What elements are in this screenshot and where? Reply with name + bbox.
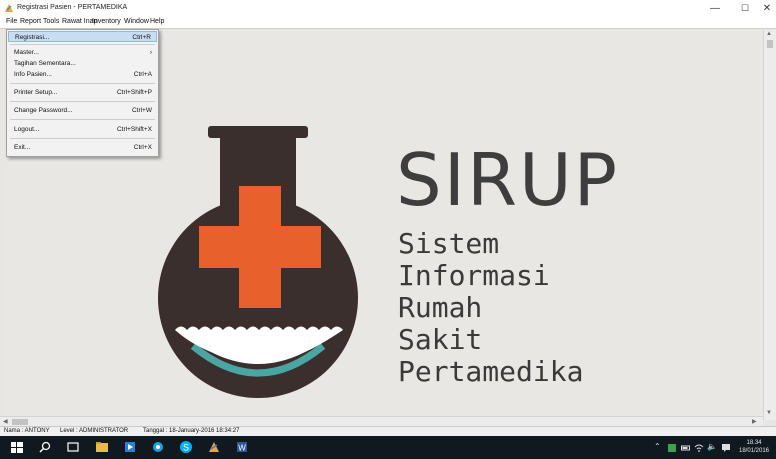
taskbar-clock[interactable]: 18.34 18/01/2016: [736, 439, 772, 455]
window-title: Registrasi Pasien - PERTAMEDIKA: [17, 4, 128, 11]
sirup-app-icon[interactable]: [207, 440, 221, 454]
logo-line-5: Pertamedika: [398, 355, 584, 388]
menu-item-label: Tagihan Sementara...: [14, 60, 76, 67]
menu-item-shortcut: Ctrl+R: [132, 34, 151, 41]
menu-file[interactable]: File: [6, 18, 17, 25]
word-icon[interactable]: W: [235, 440, 249, 454]
show-hidden-icons-icon[interactable]: ⌃: [654, 442, 661, 451]
menu-item-printer-setup[interactable]: Printer Setup... Ctrl+Shift+P: [8, 87, 157, 98]
media-app-icon[interactable]: [123, 440, 137, 454]
scroll-left-icon[interactable]: ◀: [3, 418, 8, 425]
menu-item-label: Printer Setup...: [14, 89, 58, 96]
menu-item-master[interactable]: Master... ›: [8, 47, 157, 58]
menu-separator: [10, 44, 155, 45]
logo-line-4: Sakit: [398, 323, 483, 356]
horizontal-scroll-thumb[interactable]: [12, 419, 28, 425]
menu-separator: [10, 138, 155, 139]
volume-icon[interactable]: 🔈: [707, 442, 717, 451]
security-icon[interactable]: [667, 443, 677, 453]
logo-line-2: Informasi: [398, 259, 550, 292]
submenu-arrow-icon: ›: [149, 49, 152, 56]
vertical-scrollbar[interactable]: ▲ ▼: [763, 30, 776, 420]
menu-item-label: Exit...: [14, 144, 31, 151]
menu-item-label: Change Password...: [14, 107, 73, 114]
menu-item-shortcut: Ctrl+Shift+P: [116, 89, 152, 96]
clock-time: 18.34: [746, 440, 762, 446]
file-menu-dropdown: Registrasi... Ctrl+R Master... › Tagihan…: [6, 29, 159, 157]
horizontal-scrollbar[interactable]: ◀ ▶: [0, 416, 763, 426]
wifi-icon[interactable]: [694, 443, 704, 453]
network-app-icon[interactable]: [151, 440, 165, 454]
svg-text:W: W: [238, 444, 246, 453]
menu-item-exit[interactable]: Exit... Ctrl+X: [8, 142, 157, 153]
menu-item-shortcut: Ctrl+X: [133, 144, 152, 151]
file-explorer-icon[interactable]: [95, 440, 109, 454]
menu-item-label: Master...: [14, 49, 39, 56]
menu-item-label: Registrasi...: [15, 34, 50, 41]
logo-title: SIRUP: [396, 138, 620, 222]
status-datetime: Tanggal : 18-January-2016 18:34:27: [143, 428, 240, 434]
status-user-level: Level : ADMINISTRATOR: [60, 428, 129, 434]
menu-item-tagihan-sementara[interactable]: Tagihan Sementara...: [8, 58, 157, 69]
skype-icon[interactable]: S: [179, 440, 193, 454]
menu-item-label: Logout...: [14, 126, 40, 133]
logo-line-1: Sistem: [398, 227, 500, 260]
battery-icon[interactable]: [681, 443, 691, 453]
menu-item-change-password[interactable]: Change Password... Ctrl+W: [8, 105, 157, 116]
menu-separator: [10, 83, 155, 84]
status-user-name: Nama : ANTONY: [4, 428, 50, 434]
scroll-right-icon[interactable]: ▶: [752, 418, 757, 425]
menu-item-logout[interactable]: Logout... Ctrl+Shift+X: [8, 124, 157, 135]
menu-item-info-pasien[interactable]: Info Pasien... Ctrl+A: [8, 69, 157, 80]
task-view-icon[interactable]: [66, 440, 80, 454]
logo-line-3: Rumah: [398, 291, 483, 324]
vertical-scroll-thumb[interactable]: [767, 40, 773, 48]
menu-item-registrasi[interactable]: Registrasi... Ctrl+R: [8, 31, 157, 42]
menu-help[interactable]: Help: [150, 18, 164, 25]
menu-bar: File Report Tools Rawat Inap Inventory W…: [0, 17, 776, 29]
menu-item-shortcut: Ctrl+Shift+X: [116, 126, 152, 133]
menu-separator: [10, 119, 155, 120]
app-icon: [5, 4, 13, 12]
clock-date: 18/01/2016: [738, 448, 770, 454]
menu-item-shortcut: Ctrl+W: [131, 107, 152, 114]
menu-item-label: Info Pasien...: [14, 71, 52, 78]
windows-taskbar: S W ⌃ 🔈 18.34 18/01/2016: [0, 436, 776, 459]
menu-report[interactable]: Report: [20, 18, 41, 25]
action-center-icon[interactable]: [721, 443, 731, 453]
menu-inventory[interactable]: Inventory: [92, 18, 121, 25]
scroll-down-icon[interactable]: ▼: [766, 410, 772, 416]
scroll-up-icon[interactable]: ▲: [766, 31, 772, 37]
windows-start-icon[interactable]: [10, 440, 24, 454]
menu-separator: [10, 101, 155, 102]
menu-item-shortcut: Ctrl+A: [133, 71, 152, 78]
menu-window[interactable]: Window: [124, 18, 149, 25]
svg-text:S: S: [183, 443, 189, 453]
close-button[interactable]: ✕: [752, 0, 776, 17]
menu-tools[interactable]: Tools: [43, 18, 59, 25]
title-bar: Registrasi Pasien - PERTAMEDIKA — ☐ ✕: [0, 0, 776, 17]
status-bar: Nama : ANTONY Level : ADMINISTRATOR Tang…: [0, 426, 776, 436]
search-icon[interactable]: [38, 440, 52, 454]
minimize-button[interactable]: —: [700, 0, 730, 17]
